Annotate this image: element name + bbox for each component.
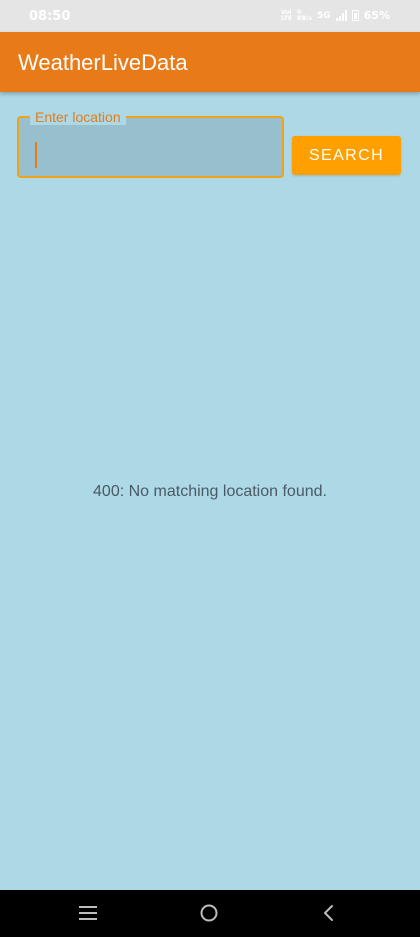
search-button[interactable]: SEARCH <box>292 136 401 175</box>
home-icon[interactable] <box>192 898 226 928</box>
volte-bottom: LTE <box>280 14 292 22</box>
data-speed-indicator: 0 KB/s <box>297 9 312 22</box>
app-title: WeatherLiveData <box>18 50 188 75</box>
text-cursor <box>35 142 37 168</box>
location-field-label: Enter location <box>30 109 126 125</box>
data-speed-unit: KB/s <box>297 14 312 22</box>
battery-icon <box>351 10 359 21</box>
system-navigation-bar <box>0 890 420 937</box>
status-indicators: VoI LTE 0 KB/s 5G 65% <box>281 9 390 22</box>
error-message: 400: No matching location found. <box>93 483 327 500</box>
status-bar: 08:50 VoI LTE 0 KB/s 5G 65% <box>0 0 420 32</box>
back-icon[interactable] <box>312 898 346 928</box>
location-field[interactable]: Enter location <box>17 109 284 178</box>
battery-percent: 65% <box>363 9 390 22</box>
signal-icon <box>335 10 347 21</box>
status-time: 08:50 <box>29 9 71 24</box>
volte-indicator: VoI LTE <box>280 9 292 22</box>
app-bar: WeatherLiveData <box>0 32 420 92</box>
recents-icon[interactable] <box>71 898 105 928</box>
network-type: 5G <box>317 10 331 21</box>
location-input[interactable] <box>39 136 273 174</box>
